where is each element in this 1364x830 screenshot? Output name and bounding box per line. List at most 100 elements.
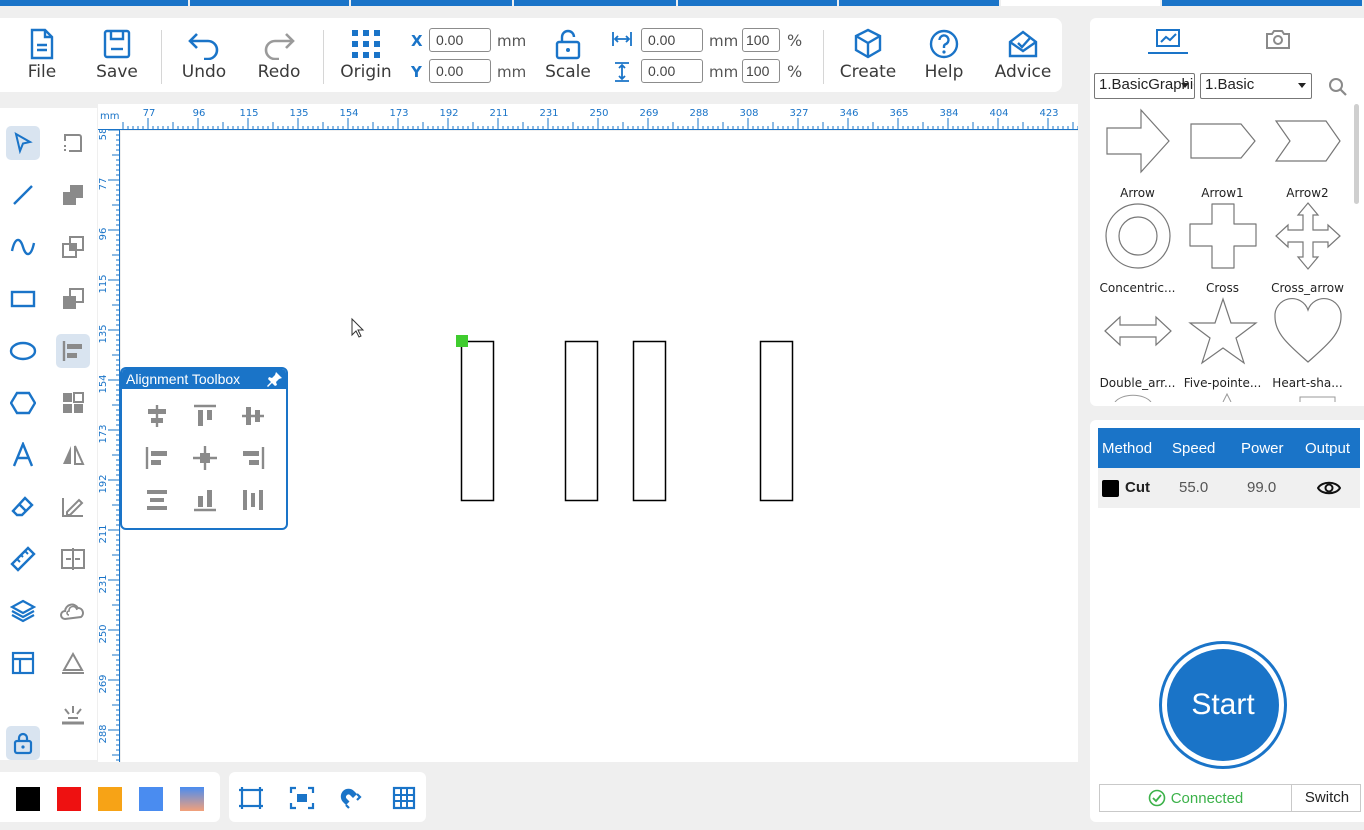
align-horizontal-center-button[interactable] xyxy=(140,399,174,433)
width-input[interactable] xyxy=(641,28,703,52)
align-left-button[interactable] xyxy=(140,441,174,475)
height-unit: mm xyxy=(709,63,739,81)
shape-library-panel: 1.BasicGraphics 1.Basic Arrow Arrow1 Arr… xyxy=(1090,18,1364,406)
alignment-tool[interactable] xyxy=(56,334,90,368)
advice-button[interactable]: Advice xyxy=(988,28,1058,90)
tab-strip-segment[interactable] xyxy=(1162,0,1363,6)
create-button[interactable]: Create xyxy=(833,28,903,90)
layer-speed[interactable]: 55.0 xyxy=(1179,479,1208,496)
help-button[interactable]: Help xyxy=(909,28,979,90)
hexagon-icon xyxy=(10,391,36,415)
tab-strip-segment[interactable] xyxy=(0,0,188,6)
swatch-blue[interactable] xyxy=(139,787,163,811)
save-button[interactable]: Save xyxy=(82,28,152,90)
rectangle-tool[interactable] xyxy=(6,282,40,316)
ellipse-tool[interactable] xyxy=(6,334,40,368)
pin-icon[interactable] xyxy=(267,371,283,387)
shape-arrow1[interactable]: Arrow1 xyxy=(1180,106,1265,200)
line-tool[interactable] xyxy=(6,178,40,212)
split-tool[interactable] xyxy=(56,542,90,576)
tab-strip-segment[interactable] xyxy=(351,0,513,6)
canvas-rectangle[interactable] xyxy=(460,340,495,502)
angle-tool[interactable] xyxy=(56,490,90,524)
align-left-icon xyxy=(145,447,167,469)
tab-strip-segment[interactable] xyxy=(678,0,837,6)
align-top-button[interactable] xyxy=(188,399,222,433)
align-center-button[interactable] xyxy=(188,441,222,475)
lock-tool[interactable] xyxy=(6,726,40,760)
polygon-tool[interactable] xyxy=(6,386,40,420)
height-arrows-icon xyxy=(615,62,629,82)
scale-lock-button[interactable]: Scale xyxy=(533,28,603,90)
width-percent-input[interactable] xyxy=(742,28,780,52)
laser-tool[interactable] xyxy=(56,698,90,732)
eraser-tool[interactable] xyxy=(6,490,40,524)
shape-cross[interactable]: Cross xyxy=(1180,201,1265,295)
library-scrollbar[interactable] xyxy=(1354,104,1359,204)
canvas-rectangle[interactable] xyxy=(759,340,794,502)
curve-tool[interactable] xyxy=(6,230,40,264)
fit-selection-button[interactable] xyxy=(288,784,316,812)
shape-concentric[interactable]: Concentric... xyxy=(1095,201,1180,295)
height-input[interactable] xyxy=(641,59,703,83)
ruler-label: 192 xyxy=(439,108,458,119)
distribute-horizontal-button[interactable] xyxy=(236,483,270,517)
swatch-orange[interactable] xyxy=(98,787,122,811)
fit-canvas-button[interactable] xyxy=(237,784,265,812)
subcategory-select[interactable]: 1.Basic xyxy=(1200,73,1312,99)
origin-button[interactable]: Origin xyxy=(331,28,401,90)
align-bottom-button[interactable] xyxy=(188,483,222,517)
file-button[interactable]: File xyxy=(7,28,77,90)
tab-graphics[interactable] xyxy=(1148,28,1188,54)
shape-heart[interactable]: Heart-sha... xyxy=(1265,296,1350,390)
tab-strip-segment[interactable] xyxy=(838,0,999,6)
redo-button[interactable]: Redo xyxy=(244,28,314,90)
shape-cross-arrow[interactable]: Cross_arrow xyxy=(1265,201,1350,295)
snap-magnet-button[interactable] xyxy=(339,784,367,812)
array-tool[interactable] xyxy=(56,386,90,420)
measure-tool[interactable] xyxy=(6,542,40,576)
node-edit-tool[interactable] xyxy=(56,126,90,160)
height-percent-input[interactable] xyxy=(742,59,780,83)
shape-arrow2[interactable]: Arrow2 xyxy=(1265,106,1350,200)
tab-strip-segment[interactable] xyxy=(514,0,677,6)
canvas-rectangle[interactable] xyxy=(632,340,667,502)
shape-double-arrow[interactable]: Double_arr... xyxy=(1095,296,1180,390)
shape-arrow[interactable]: Arrow xyxy=(1095,106,1180,200)
width-arrows-icon xyxy=(612,32,632,46)
eye-icon[interactable] xyxy=(1317,478,1341,498)
swatch-red[interactable] xyxy=(57,787,81,811)
offset-tool[interactable] xyxy=(56,594,90,628)
swatch-black[interactable] xyxy=(16,787,40,811)
y-position-input[interactable] xyxy=(429,59,491,83)
intersect-tool[interactable] xyxy=(56,230,90,264)
layer-row[interactable]: Cut 55.0 99.0 xyxy=(1098,468,1360,508)
search-icon[interactable] xyxy=(1328,77,1348,97)
grid-toggle-button[interactable] xyxy=(390,784,418,812)
select-tool[interactable] xyxy=(6,126,40,160)
tab-camera[interactable] xyxy=(1258,28,1298,54)
shape-star[interactable]: Five-pointe... xyxy=(1180,296,1265,390)
mouse-cursor-icon xyxy=(351,317,365,338)
mirror-tool[interactable] xyxy=(56,438,90,472)
pen-tool[interactable] xyxy=(56,646,90,680)
switch-button[interactable]: Switch xyxy=(1293,785,1361,811)
tab-strip-segment[interactable] xyxy=(189,0,350,6)
subtract-tool[interactable] xyxy=(56,282,90,316)
swatch-gradient[interactable] xyxy=(180,787,204,811)
undo-button[interactable]: Undo xyxy=(169,28,239,90)
category-select[interactable]: 1.BasicGraphics xyxy=(1094,73,1195,99)
align-vertical-center-button[interactable] xyxy=(236,399,270,433)
text-tool[interactable] xyxy=(6,438,40,472)
x-position-input[interactable] xyxy=(429,28,491,52)
layout-tool[interactable] xyxy=(6,646,40,680)
tab-strip-segment-active[interactable] xyxy=(1000,0,1161,6)
start-button[interactable]: Start xyxy=(1159,641,1287,769)
union-tool[interactable] xyxy=(56,178,90,212)
layer-power[interactable]: 99.0 xyxy=(1247,479,1276,496)
layer-color-swatch[interactable] xyxy=(1102,480,1119,497)
canvas-rectangle[interactable] xyxy=(564,340,599,502)
align-right-button[interactable] xyxy=(236,441,270,475)
layers-tool[interactable] xyxy=(6,594,40,628)
distribute-vertical-button[interactable] xyxy=(140,483,174,517)
